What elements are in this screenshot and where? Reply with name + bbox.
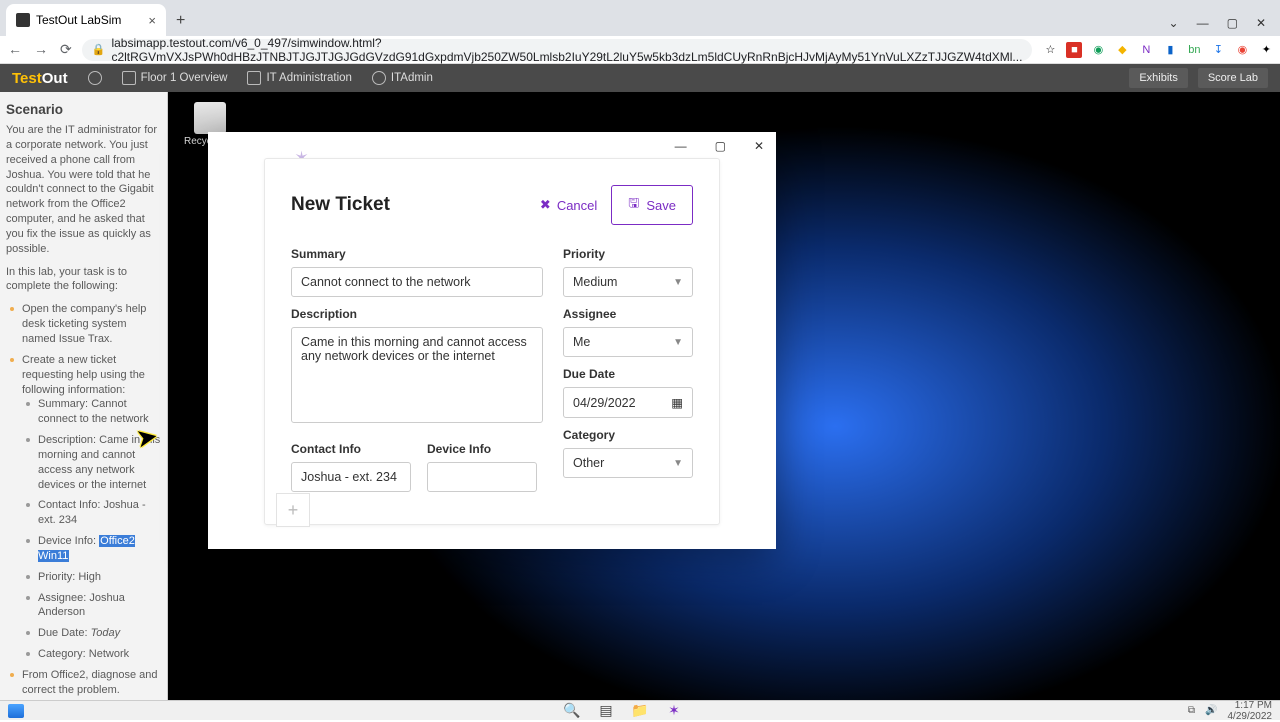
tab-title: TestOut LabSim xyxy=(36,13,121,27)
new-tab-button[interactable]: + xyxy=(166,12,195,30)
url-input[interactable]: 🔒 labsimapp.testout.com/v6_0_497/simwind… xyxy=(82,39,1033,61)
refresh-icon[interactable] xyxy=(88,71,102,85)
assignee-label: Assignee xyxy=(563,307,693,321)
back-icon[interactable]: ← xyxy=(8,41,22,58)
chevron-down-icon: ▼ xyxy=(673,337,683,348)
close-icon: ✖ xyxy=(540,197,551,213)
priority-select[interactable]: Medium▼ xyxy=(563,267,693,297)
browser-tab-strip: TestOut LabSim × + ⌄ — ▢ ✕ xyxy=(0,0,1280,36)
add-ticket-button[interactable]: + xyxy=(276,493,310,527)
star-icon[interactable]: ☆ xyxy=(1042,42,1058,58)
task-view-icon[interactable] xyxy=(8,704,24,718)
scenario-heading: Scenario xyxy=(6,102,161,117)
task-subitem: Description: Came in this morning and ca… xyxy=(32,433,161,492)
scenario-task-intro: In this lab, your task is to complete th… xyxy=(6,265,161,295)
windows-taskbar: 🔍 ▤ 📁 ✶ ⧉ 🔊 1:17 PM 4/29/2022 xyxy=(0,700,1280,720)
task-subitem: Due Date: Today xyxy=(32,626,161,641)
ext-icon[interactable]: bn xyxy=(1186,42,1202,58)
start-icon[interactable] xyxy=(529,702,547,720)
category-label: Category xyxy=(563,428,693,442)
device-info-label: Device Info xyxy=(427,442,537,456)
forward-icon[interactable]: → xyxy=(34,41,48,58)
cancel-button[interactable]: ✖ Cancel xyxy=(540,197,597,213)
chevron-down-icon: ▼ xyxy=(673,277,683,288)
save-button[interactable]: 🖫 Save xyxy=(611,185,693,225)
floor-overview-link[interactable]: Floor 1 Overview xyxy=(122,71,228,85)
task-item: From Office2, diagnose and correct the p… xyxy=(16,668,161,698)
url-text: labsimapp.testout.com/v6_0_497/simwindow… xyxy=(111,36,1022,64)
puzzle-icon[interactable]: ✦ xyxy=(1258,42,1274,58)
contact-info-input[interactable] xyxy=(291,462,411,492)
task-subitem: Assignee: Joshua Anderson xyxy=(32,591,161,621)
window-controls: ⌄ — ▢ ✕ xyxy=(1169,16,1280,36)
app-icon[interactable]: ✶ xyxy=(665,702,683,720)
lock-icon: 🔒 xyxy=(92,43,106,56)
address-bar: ← → ⟳ 🔒 labsimapp.testout.com/v6_0_497/s… xyxy=(0,36,1280,64)
ext-icon[interactable]: ↧ xyxy=(1210,42,1226,58)
ext-icon[interactable]: ▮ xyxy=(1162,42,1178,58)
score-lab-button[interactable]: Score Lab xyxy=(1198,68,1268,88)
it-administration-link[interactable]: IT Administration xyxy=(247,71,351,85)
maximize-icon[interactable]: ▢ xyxy=(709,137,732,155)
tab-favicon xyxy=(16,13,30,27)
device-info-input[interactable] xyxy=(427,462,537,492)
itadmin-link[interactable]: ITAdmin xyxy=(372,71,433,85)
due-date-input[interactable]: 04/29/2022▦ xyxy=(563,387,693,418)
tray-icon[interactable]: ⧉ xyxy=(1188,705,1195,716)
task-item: Open the company's help desk ticketing s… xyxy=(16,302,161,347)
ext-icon[interactable]: ◆ xyxy=(1114,42,1130,58)
due-date-label: Due Date xyxy=(563,367,693,381)
summary-label: Summary xyxy=(291,247,543,261)
close-icon[interactable]: ✕ xyxy=(1256,16,1266,30)
dialog-title: New Ticket xyxy=(291,194,390,216)
testout-logo: TestOut xyxy=(12,70,68,87)
task-item: Create a new ticket requesting help usin… xyxy=(16,353,161,662)
category-select[interactable]: Other▼ xyxy=(563,448,693,478)
scenario-panel: Scenario You are the IT administrator fo… xyxy=(0,92,168,700)
contact-info-label: Contact Info xyxy=(291,442,411,456)
explorer-icon[interactable]: ▤ xyxy=(597,702,615,720)
browser-tab[interactable]: TestOut LabSim × xyxy=(6,4,166,36)
save-icon: 🖫 xyxy=(628,194,639,216)
task-subitem: Priority: High xyxy=(32,570,161,585)
assignee-select[interactable]: Me▼ xyxy=(563,327,693,357)
simulated-desktop[interactable]: Recycle Bin — ▢ ✕ Issue New Ticket ✖ xyxy=(168,92,1280,700)
exhibits-button[interactable]: Exhibits xyxy=(1129,68,1188,88)
testout-app-bar: TestOut Floor 1 Overview IT Administrati… xyxy=(0,64,1280,92)
reload-icon[interactable]: ⟳ xyxy=(60,41,72,58)
minimize-icon[interactable]: — xyxy=(669,137,693,155)
extension-icons: ☆ ■ ◉ ◆ N ▮ bn ↧ ◉ ✦ ❐ M Paused ⋮ xyxy=(1042,42,1280,58)
tab-close-icon[interactable]: × xyxy=(148,13,156,28)
close-icon[interactable]: ✕ xyxy=(748,137,770,155)
chevron-down-icon: ▼ xyxy=(673,458,683,469)
summary-input[interactable] xyxy=(291,267,543,297)
chevron-down-icon[interactable]: ⌄ xyxy=(1169,16,1179,30)
task-subitem: Contact Info: Joshua - ext. 234 xyxy=(32,498,161,528)
task-subitem: Category: Network xyxy=(32,647,161,662)
ext-icon[interactable]: N xyxy=(1138,42,1154,58)
ext-icon[interactable]: ◉ xyxy=(1234,42,1250,58)
issue-trax-window: — ▢ ✕ Issue New Ticket ✖ Cancel xyxy=(208,132,776,549)
ext-icon[interactable]: ◉ xyxy=(1090,42,1106,58)
task-subitem: Summary: Cannot connect to the network xyxy=(32,397,161,427)
scenario-intro: You are the IT administrator for a corpo… xyxy=(6,123,161,257)
description-label: Description xyxy=(291,307,543,321)
ext-icon[interactable]: ■ xyxy=(1066,42,1082,58)
volume-icon[interactable]: 🔊 xyxy=(1205,705,1217,716)
minimize-icon[interactable]: — xyxy=(1197,16,1209,30)
search-icon[interactable]: 🔍 xyxy=(563,702,581,720)
priority-label: Priority xyxy=(563,247,693,261)
taskbar-clock[interactable]: 1:17 PM 4/29/2022 xyxy=(1228,700,1273,722)
folder-icon[interactable]: 📁 xyxy=(631,702,649,720)
maximize-icon[interactable]: ▢ xyxy=(1227,16,1238,30)
calendar-icon: ▦ xyxy=(671,395,683,410)
description-input[interactable]: Came in this morning and cannot access a… xyxy=(291,327,543,423)
task-subitem: Device Info: Office2 Win11 xyxy=(32,534,161,564)
